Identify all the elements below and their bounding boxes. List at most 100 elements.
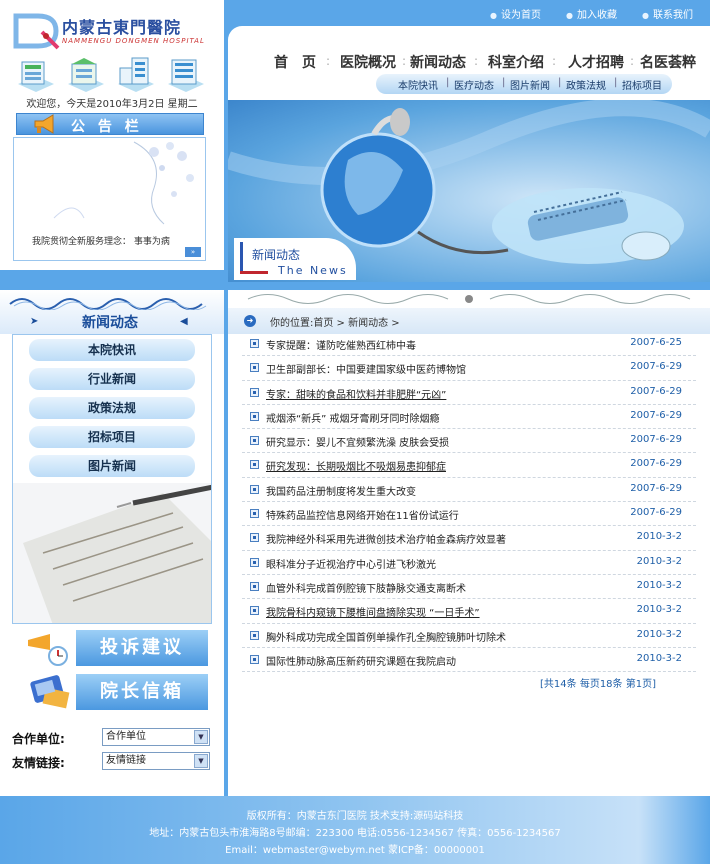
news-date: 2007-6-29 [630, 458, 682, 470]
nav-news[interactable]: 新闻动态 [410, 52, 466, 72]
news-row: 专家提醒：谨防吃催熟西红柿中毒 2007-6-25 [242, 332, 696, 357]
partner-row: 合作单位: 合作单位 ▼ [12, 728, 212, 746]
news-row: 国际性肺动脉高压新药研究课题在我院启动 2010-3-2 [242, 648, 696, 673]
news-row: 胸外科成功完成全国首例单操作孔全胸腔镜肺叶切除术 2010-3-2 [242, 624, 696, 648]
hospital-name-en: NAMMENGU DONGMEN HOSPITAL [62, 37, 205, 45]
news-row: 我院神经外科采用先进微创技术治疗帕金森病疗效显著 2010-3-2 [242, 526, 696, 551]
chevron-down-icon[interactable]: ▼ [194, 754, 208, 768]
news-title-link[interactable]: 专家：甜味的食品和饮料并非肥胖“元凶” [266, 386, 446, 401]
notice-more-button[interactable]: » [185, 247, 201, 257]
news-date: 2007-6-25 [630, 337, 682, 348]
nav-doctors[interactable]: 名医荟粹 [640, 52, 696, 72]
banner-news-tag: 新闻动态 The News [234, 238, 356, 280]
add-favorite-link[interactable]: 加入收藏 [566, 6, 617, 21]
left-nav-item-policy[interactable]: 政策法规 [29, 397, 195, 419]
news-date: 2010-3-2 [636, 531, 682, 543]
nav-recruitment[interactable]: 人才招聘 [568, 52, 624, 72]
left-sidebar: ➤ 新闻动态 ◀ 本院快讯 行业新闻 政策法规 招标项目 图片新闻 投诉建议 院… [0, 290, 224, 796]
news-row: 卫生部副部长：中国要建国家级中医药博物馆 2007-6-29 [242, 356, 696, 381]
news-title-link[interactable]: 特殊药品监控信息网络开始在11省份试运行 [266, 507, 459, 522]
partner-select[interactable]: 合作单位 ▼ [102, 728, 210, 746]
complaint-button[interactable]: 投诉建议 [14, 628, 212, 668]
links-label: 友情链接: [12, 756, 65, 770]
news-title-link[interactable]: 我院神经外科采用先进微创技术治疗帕金森病疗效显著 [266, 531, 506, 546]
news-title-link[interactable]: 眼科准分子近视治疗中心引进飞秒激光 [266, 556, 436, 571]
news-bullet-icon [250, 436, 259, 446]
news-title-link[interactable]: 胸外科成功完成全国首例单操作孔全胸腔镜肺叶切除术 [266, 629, 506, 644]
chevron-down-icon[interactable]: ▼ [194, 730, 208, 744]
news-row: 研究显示：婴儿不宜频繁洗澡 皮肤会受损 2007-6-29 [242, 429, 696, 454]
logo-mark-icon [13, 13, 60, 50]
news-bullet-icon [250, 654, 259, 664]
banner: 新闻动态 The News [228, 100, 710, 282]
director-mailbox-button[interactable]: 院长信箱 [14, 672, 212, 712]
left-nav-panel: 本院快讯 行业新闻 政策法规 招标项目 图片新闻 [12, 334, 212, 624]
banner-tag-en: The News [278, 264, 348, 277]
flower-decoration-icon [53, 141, 194, 225]
footer-address: 地址：内蒙古包头市淮海路8号邮编：223300 电话:0556-1234567 … [149, 828, 561, 839]
tag-bar-blue [240, 242, 243, 274]
contact-us-link[interactable]: 联系我们 [642, 6, 693, 21]
partner-select-value: 合作单位 [106, 731, 146, 742]
subnav-policy[interactable]: 政策法规 [566, 77, 606, 92]
news-bullet-icon [250, 363, 259, 373]
subnav-photo-news[interactable]: 图片新闻 [510, 77, 550, 92]
wave-decoration-icon [9, 298, 207, 310]
news-date: 2007-6-29 [630, 434, 682, 446]
ornament-divider-icon [247, 294, 691, 304]
subnav-separator: | [502, 77, 506, 88]
nav-home[interactable]: 首 页 [274, 52, 316, 72]
news-bullet-icon [250, 581, 259, 591]
news-date: 2007-6-29 [630, 361, 682, 373]
subnav-separator: | [558, 77, 562, 88]
set-homepage-link[interactable]: 设为首页 [490, 6, 541, 21]
partner-label: 合作单位: [12, 732, 65, 746]
left-nav-item-industry-news[interactable]: 行业新闻 [29, 368, 195, 390]
links-select[interactable]: 友情链接 ▼ [102, 752, 210, 770]
news-bullet-icon [250, 411, 259, 421]
welcome-text: 欢迎您，今天是2010年3月2日 星期二 [26, 99, 198, 110]
news-title-link[interactable]: 血管外科完成首例腔镜下肢静脉交通支离断术 [266, 580, 466, 595]
nav-separator: : [402, 54, 407, 68]
news-title-link[interactable]: 专家提醒：谨防吃催熟西红柿中毒 [266, 337, 416, 352]
buildings-illustration-icon [18, 57, 204, 92]
megaphone-icon [34, 114, 54, 134]
banner-tag-cn: 新闻动态 [252, 248, 301, 262]
hospital-logo[interactable]: 内蒙古東門醫院 NAMMENGU DONGMEN HOSPITAL [12, 12, 212, 52]
footer: 版权所有：内蒙古东门医院 技术支持:源码站科技 地址：内蒙古包头市淮海路8号邮编… [0, 796, 710, 864]
breadcrumb-text[interactable]: 你的位置:首页 > 新闻动态 > [270, 314, 400, 329]
mailbox-icon [30, 675, 70, 709]
subnav-medical-news[interactable]: 医疗动态 [454, 77, 494, 92]
left-nav-item-bidding[interactable]: 招标项目 [29, 426, 195, 448]
news-bullet-icon [250, 339, 259, 348]
left-nav-item-photo-news[interactable]: 图片新闻 [29, 455, 195, 477]
left-top-panel: 内蒙古東門醫院 NAMMENGU DONGMEN HOSPITAL 欢迎您，今天… [0, 0, 224, 270]
news-title-link[interactable]: 我院骨科内窥镜下腰椎间盘摘除实现 “一日手术” [266, 604, 480, 619]
news-bullet-icon [250, 533, 259, 543]
news-title-link[interactable]: 国际性肺动脉高压新药研究课题在我院启动 [266, 653, 456, 668]
news-title-link[interactable]: 研究显示：婴儿不宜频繁洗澡 皮肤会受损 [266, 434, 449, 449]
news-title-link[interactable]: 戒烟添“新兵” 戒烟牙膏刷牙同时除烟瘾 [266, 410, 440, 425]
news-date: 2007-6-29 [630, 409, 682, 421]
subnav-separator: | [446, 77, 450, 88]
news-title-link[interactable]: 卫生部副部长：中国要建国家级中医药博物馆 [266, 361, 466, 376]
links-select-value: 友情链接 [106, 755, 146, 766]
sub-navigation: 本院快讯 | 医疗动态 | 图片新闻 | 政策法规 | 招标项目 [376, 74, 672, 94]
pagination-info: [共14条 每页18条 第1页] [540, 679, 656, 690]
subnav-bidding[interactable]: 招标项目 [622, 77, 662, 92]
breadcrumb: ➜ 你的位置:首页 > 新闻动态 > [228, 308, 710, 334]
left-nav-item-news-flash[interactable]: 本院快讯 [29, 339, 195, 361]
links-row: 友情链接: 友情链接 ▼ [12, 752, 212, 770]
notice-board: 我院贯彻全新服务理念： 事事为病 » [13, 137, 206, 261]
subnav-news-flash[interactable]: 本院快讯 [398, 77, 438, 92]
nav-about[interactable]: 医院概况 [340, 52, 396, 72]
news-date: 2010-3-2 [636, 579, 682, 591]
news-row: 眼科准分子近视治疗中心引进飞秒激光 2010-3-2 [242, 551, 696, 575]
news-title-link[interactable]: 我国药品注册制度将发生重大改变 [266, 483, 416, 498]
news-date: 2010-3-2 [636, 555, 682, 567]
notice-message[interactable]: 我院贯彻全新服务理念： 事事为病 [32, 234, 170, 247]
nav-departments[interactable]: 科室介绍 [488, 52, 544, 72]
nav-separator: : [552, 54, 557, 68]
arrow-left-icon: ◀ [180, 316, 188, 327]
news-title-link[interactable]: 研究发现：长期吸烟比不吸烟易患抑郁症 [266, 458, 446, 473]
